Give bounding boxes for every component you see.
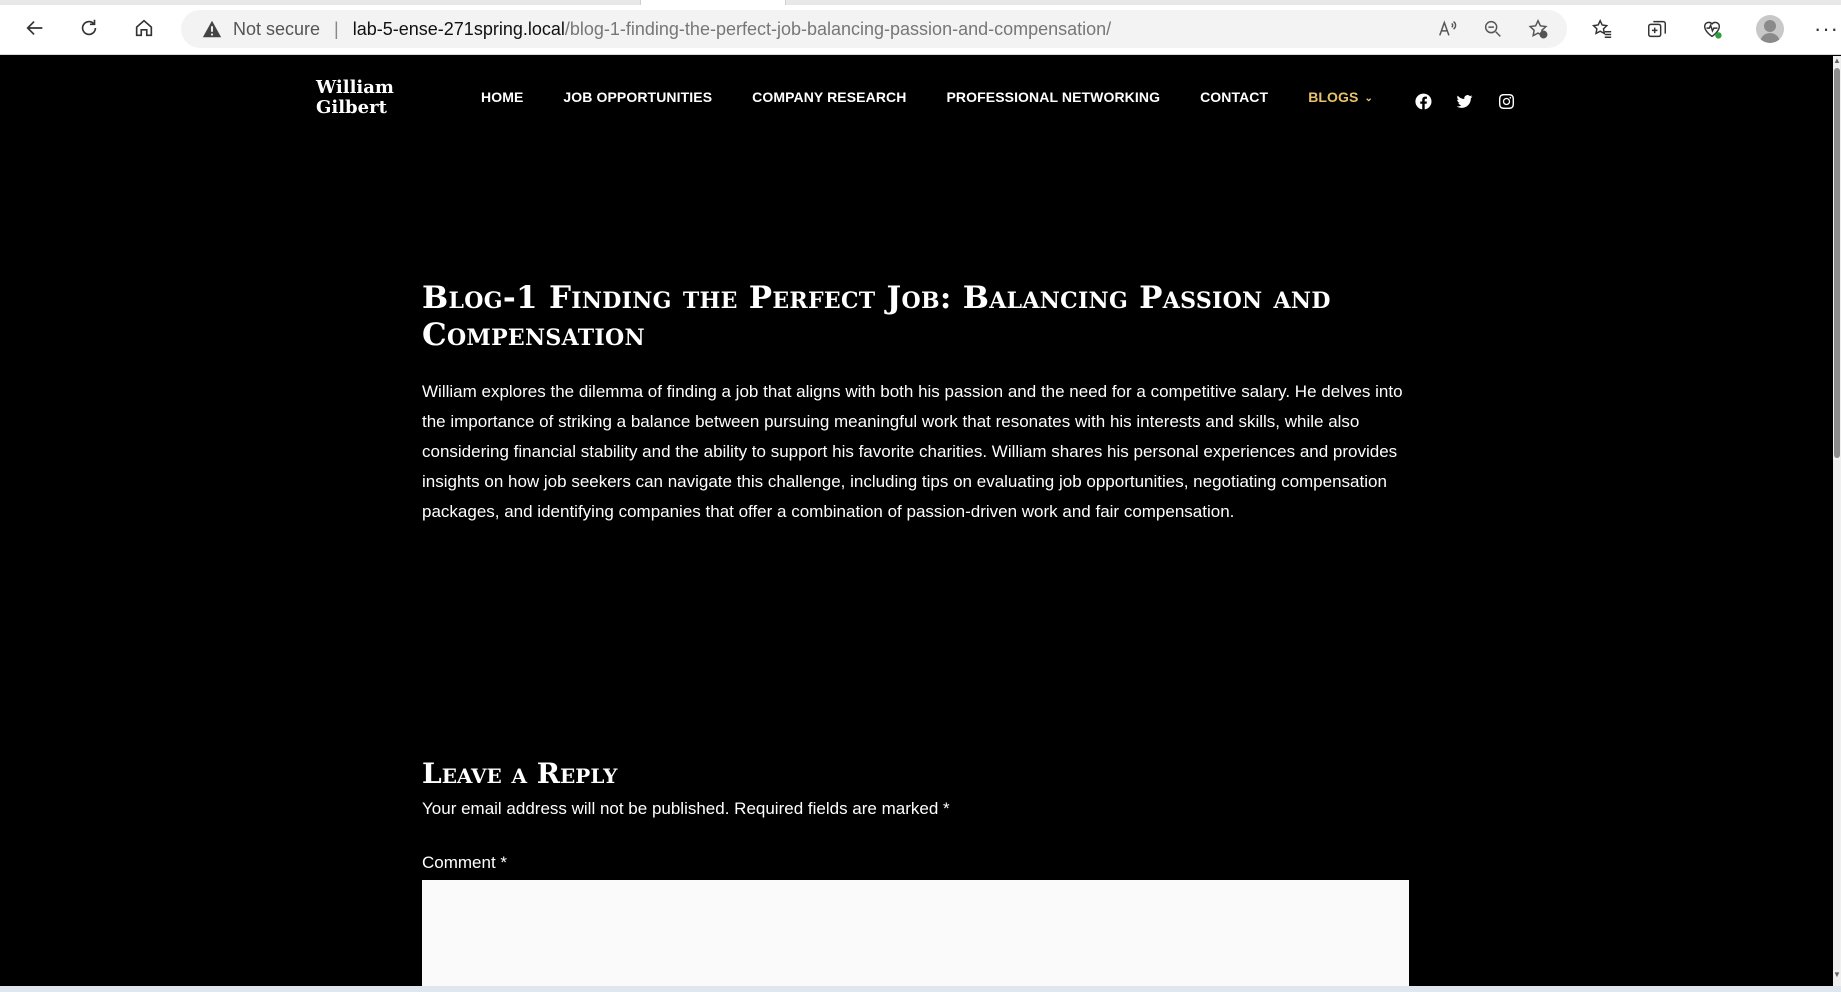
nav-company-research[interactable]: COMPANY RESEARCH [752, 89, 906, 105]
collections-icon[interactable] [1643, 15, 1671, 43]
comment-label: Comment * [422, 853, 508, 872]
profile-avatar[interactable] [1756, 15, 1784, 43]
reply-note: Your email address will not be published… [422, 799, 950, 818]
nav-professional-networking[interactable]: PROFESSIONAL NETWORKING [946, 89, 1160, 105]
nav-contact[interactable]: CONTACT [1200, 89, 1268, 105]
home-icon[interactable] [130, 14, 158, 42]
chevron-down-icon: ⌄ [1364, 93, 1373, 104]
facebook-icon[interactable] [1412, 90, 1434, 112]
refresh-icon[interactable] [75, 14, 103, 42]
nav-home[interactable]: HOME [481, 89, 523, 105]
add-favorite-icon[interactable] [1526, 17, 1550, 41]
logo-line-1: William [316, 77, 394, 98]
site-logo[interactable]: William Gilbert [316, 78, 406, 118]
back-icon[interactable] [21, 14, 49, 42]
article-body: William explores the dilemma of finding … [422, 382, 1403, 521]
comment-textarea[interactable] [422, 880, 1409, 986]
instagram-icon[interactable] [1495, 90, 1517, 112]
scroll-up-arrow-icon[interactable]: ▲ [1833, 56, 1841, 66]
nav-blogs-label: BLOGS [1308, 89, 1359, 105]
reply-title: Leave a Reply [422, 757, 618, 790]
browser-toolbar: Not secure | lab-5-ense-271spring.local /… [0, 0, 1841, 55]
security-label[interactable]: Not secure [233, 19, 320, 40]
address-bar[interactable]: Not secure | lab-5-ense-271spring.local /… [181, 10, 1567, 48]
scroll-down-arrow-icon[interactable]: ▼ [1833, 970, 1841, 980]
url-path[interactable]: /blog-1-finding-the-perfect-job-balancin… [565, 19, 1111, 40]
url-host[interactable]: lab-5-ense-271spring.local [353, 19, 565, 40]
logo-line-2: Gilbert [316, 97, 387, 118]
main-nav: HOME JOB OPPORTUNITIES COMPANY RESEARCH … [481, 89, 1413, 105]
address-separator: | [334, 18, 339, 39]
window-bottom-edge [0, 986, 1841, 992]
read-aloud-icon[interactable] [1436, 17, 1460, 41]
site-header: William Gilbert HOME JOB OPPORTUNITIES C… [0, 56, 1833, 141]
more-icon[interactable]: ··· [1814, 16, 1839, 42]
tab-strip [0, 0, 1841, 5]
nav-job-opportunities[interactable]: JOB OPPORTUNITIES [563, 89, 712, 105]
browser-essentials-icon[interactable] [1698, 15, 1726, 43]
warning-icon[interactable] [201, 18, 223, 40]
article-title: Blog-1 Finding the Perfect Job: Balancin… [422, 280, 1331, 353]
zoom-out-icon[interactable] [1481, 17, 1505, 41]
active-tab[interactable] [640, 0, 786, 5]
twitter-icon[interactable] [1453, 90, 1475, 112]
scrollbar-thumb[interactable] [1834, 68, 1840, 458]
favorites-icon[interactable] [1588, 15, 1616, 43]
nav-blogs[interactable]: BLOGS ⌄ [1308, 89, 1373, 105]
